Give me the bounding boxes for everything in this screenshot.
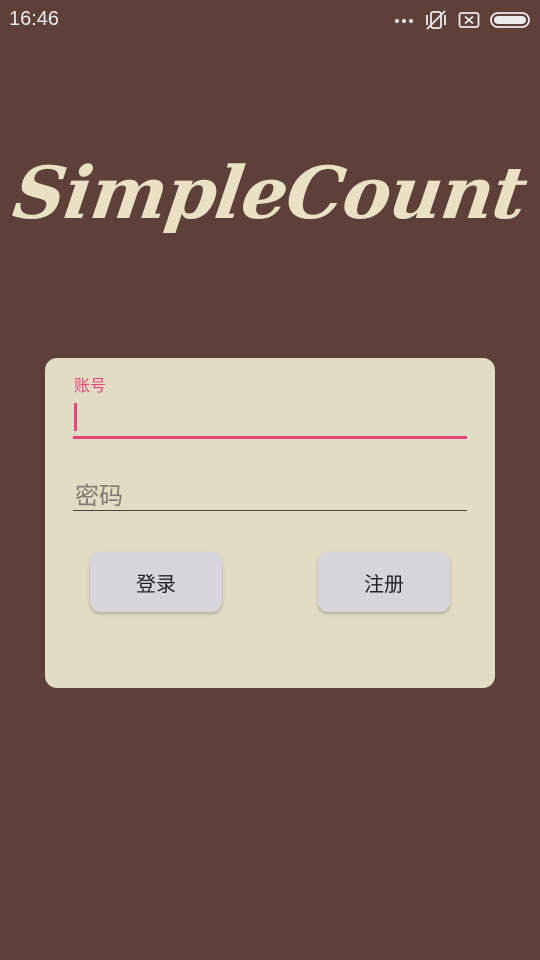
status-time: 16:46 bbox=[9, 8, 60, 30]
text-cursor bbox=[74, 403, 77, 431]
sim-error-icon bbox=[458, 11, 480, 29]
account-input[interactable] bbox=[73, 400, 467, 439]
register-button[interactable]: 注册 bbox=[318, 552, 450, 612]
vibrate-off-icon bbox=[424, 9, 448, 31]
status-bar: 16:46 bbox=[0, 0, 540, 40]
password-placeholder: 密码 bbox=[75, 482, 123, 510]
login-card: 账号 密码 登录 注册 bbox=[45, 358, 495, 688]
login-button[interactable]: 登录 bbox=[90, 552, 222, 612]
more-dots-icon bbox=[394, 16, 414, 24]
app-logo: SimpleCount bbox=[8, 150, 532, 235]
status-icons bbox=[394, 9, 532, 31]
account-label: 账号 bbox=[74, 376, 107, 395]
password-input[interactable]: 密码 bbox=[73, 474, 467, 511]
battery-icon bbox=[490, 12, 532, 28]
